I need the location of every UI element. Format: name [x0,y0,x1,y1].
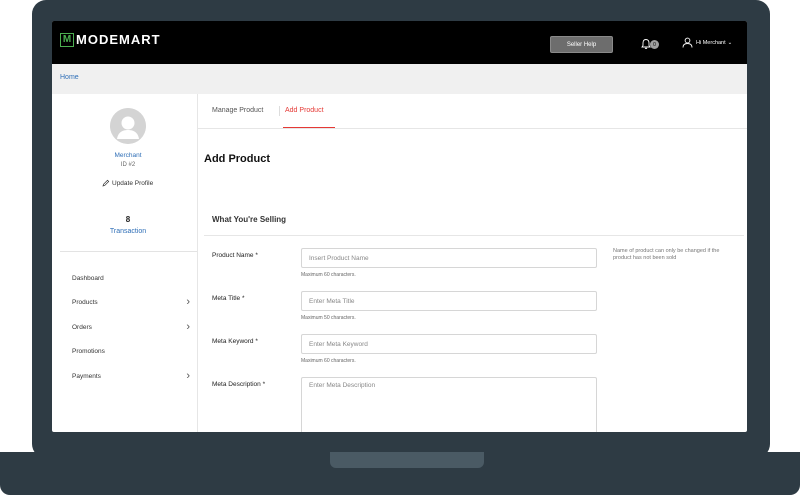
top-navbar: M MODEMART Seller Help 0 Hi Merchant ⌄ [52,21,747,64]
meta-title-label: Meta Title * [212,295,245,302]
user-avatar-icon [110,108,146,144]
sidebar-item-promotions[interactable]: Promotions [72,344,190,358]
sidebar-item-payments[interactable]: Payments › [72,369,190,383]
breadcrumb: Home [52,64,747,94]
laptop-notch [330,452,484,468]
sidebar-divider-vertical [197,94,198,432]
update-profile-label: Update Profile [112,179,154,187]
logo-mark: M [60,32,74,47]
tab-add-product[interactable]: Add Product [285,107,324,114]
active-tab-indicator [283,127,335,128]
sidebar-item-label: Payments [72,372,101,380]
logo[interactable]: M MODEMART [60,32,161,47]
product-name-input[interactable] [301,248,597,268]
seller-help-button[interactable]: Seller Help [550,36,613,53]
transaction-count: 8 [125,215,131,224]
transaction-link[interactable]: Transaction [52,228,204,235]
sidebar-divider [60,251,197,252]
sidebar: Merchant ID #2 Update Profile 8 Transact… [52,94,197,432]
sidebar-item-dashboard[interactable]: Dashboard [72,271,190,285]
tab-manage-product[interactable]: Manage Product [212,107,263,114]
user-menu[interactable]: Hi Merchant ⌄ [682,37,732,48]
avatar[interactable] [110,108,146,144]
page-title: Add Product [204,153,270,165]
sidebar-item-label: Promotions [72,347,105,355]
meta-keyword-hint: Maximum 60 characters. [301,358,356,364]
chevron-right-icon: › [186,369,190,382]
notification-badge: 0 [650,40,659,49]
chevron-down-icon: ⌄ [727,39,733,46]
sidebar-item-orders[interactable]: Orders › [72,320,190,334]
section-title: What You're Selling [212,215,287,224]
profile-name[interactable]: Merchant [52,152,204,159]
sidebar-item-label: Dashboard [72,274,104,282]
chevron-right-icon: › [186,295,190,308]
sidebar-item-products[interactable]: Products › [72,295,190,309]
sidebar-item-label: Products [72,298,98,306]
meta-description-label: Meta Description * [212,381,266,388]
meta-keyword-input[interactable] [301,334,597,354]
app-screen: M MODEMART Seller Help 0 Hi Merchant ⌄ H… [52,21,747,432]
product-name-hint: Maximum 60 characters. [301,272,356,278]
update-profile-link[interactable]: Update Profile [102,179,153,187]
product-tabs: Manage Product Add Product [198,94,747,129]
profile-id: ID #2 [120,162,136,168]
product-name-label: Product Name * [212,252,258,259]
sidebar-item-label: Orders [72,323,92,331]
tab-separator [279,106,280,116]
notification-button[interactable]: 0 [640,37,660,51]
edit-icon [102,179,110,187]
meta-title-hint: Maximum 50 characters. [301,315,356,321]
meta-description-textarea[interactable] [301,377,597,432]
chevron-right-icon: › [186,320,190,333]
meta-keyword-label: Meta Keyword * [212,338,258,345]
meta-title-input[interactable] [301,291,597,311]
breadcrumb-home-link[interactable]: Home [60,74,79,81]
section-divider [204,235,744,236]
product-name-note: Name of product can only be changed if t… [613,248,720,262]
logo-text: MODEMART [76,32,161,47]
user-icon [682,37,693,48]
user-greeting: Hi Merchant [696,39,726,46]
